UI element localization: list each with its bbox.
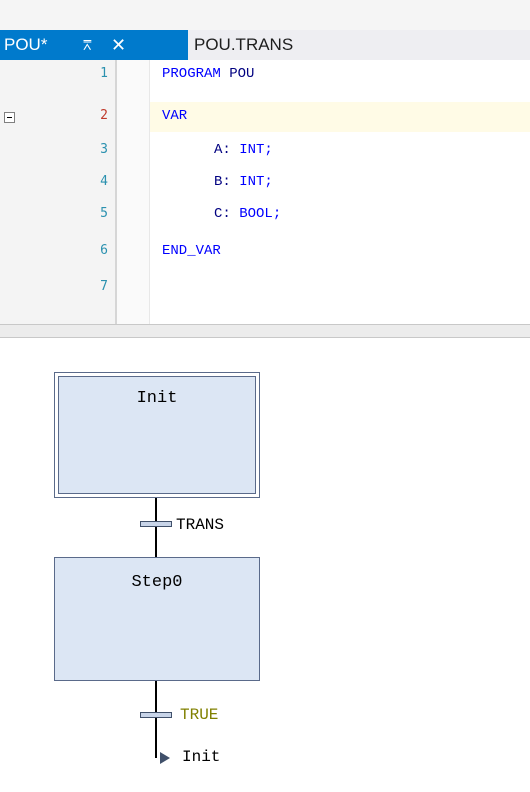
declaration-editor[interactable]: 1 2 3 4 5 6 7 PROGRAM POU VAR A: INT; B:… — [0, 60, 530, 324]
close-icon[interactable]: ✕ — [111, 30, 126, 60]
program-name: POU — [220, 66, 255, 82]
line-number: 7 — [100, 279, 108, 294]
code-line-3: A: INT; — [214, 142, 273, 158]
var-type: BOOL; — [239, 206, 282, 222]
top-gap — [0, 0, 530, 30]
transition-trans-label: TRANS — [176, 516, 225, 534]
line-number: 1 — [100, 66, 108, 81]
pin-icon[interactable]: ⩞ — [83, 30, 92, 60]
transition-true-label: TRUE — [180, 706, 219, 724]
connection-line — [155, 681, 157, 713]
var-type: INT; — [239, 174, 273, 190]
step-init[interactable]: Init — [54, 372, 260, 498]
pane-splitter[interactable] — [0, 324, 530, 338]
margin-separator — [149, 60, 150, 324]
step-step0[interactable]: Step0 — [54, 557, 260, 681]
code-line-2: VAR — [162, 108, 187, 124]
keyword: VAR — [162, 108, 188, 124]
var-name: B: — [214, 174, 231, 190]
keyword: PROGRAM — [162, 66, 221, 82]
connection-line — [155, 498, 157, 522]
line-number: 2 — [100, 108, 108, 123]
code-line-5: C: BOOL; — [214, 206, 281, 222]
tab-pou-trans[interactable]: POU.TRANS — [188, 30, 338, 60]
outline-margin — [117, 60, 149, 324]
tab-bar: POU* ⩞ ✕ POU.TRANS — [0, 30, 530, 90]
line-number: 3 — [100, 142, 108, 157]
collapse-icon[interactable] — [4, 112, 15, 123]
sfc-editor[interactable]: Init TRANS Step0 TRUE Init — [0, 338, 530, 792]
step-init-label: Init — [136, 389, 178, 408]
line-number: 4 — [100, 174, 108, 189]
current-line-highlight — [150, 102, 530, 132]
keyword: END_VAR — [162, 243, 221, 259]
code-line-1: PROGRAM POU — [162, 66, 254, 82]
tab-pou[interactable]: POU* ⩞ ✕ — [0, 30, 188, 60]
jump-arrow-icon — [160, 752, 170, 764]
var-type: INT; — [239, 142, 273, 158]
tab-pou-trans-label: POU.TRANS — [194, 35, 294, 54]
step-step0-label: Step0 — [131, 573, 183, 592]
code-line-4: B: INT; — [214, 174, 273, 190]
line-number: 5 — [100, 206, 108, 221]
line-number: 6 — [100, 243, 108, 258]
connection-line — [155, 527, 157, 557]
connection-line — [155, 718, 157, 758]
var-name: C: — [214, 206, 231, 222]
tab-pou-label: POU* — [4, 35, 48, 54]
jump-target-label[interactable]: Init — [182, 748, 220, 766]
var-name: A: — [214, 142, 231, 158]
code-line-6: END_VAR — [162, 243, 221, 259]
